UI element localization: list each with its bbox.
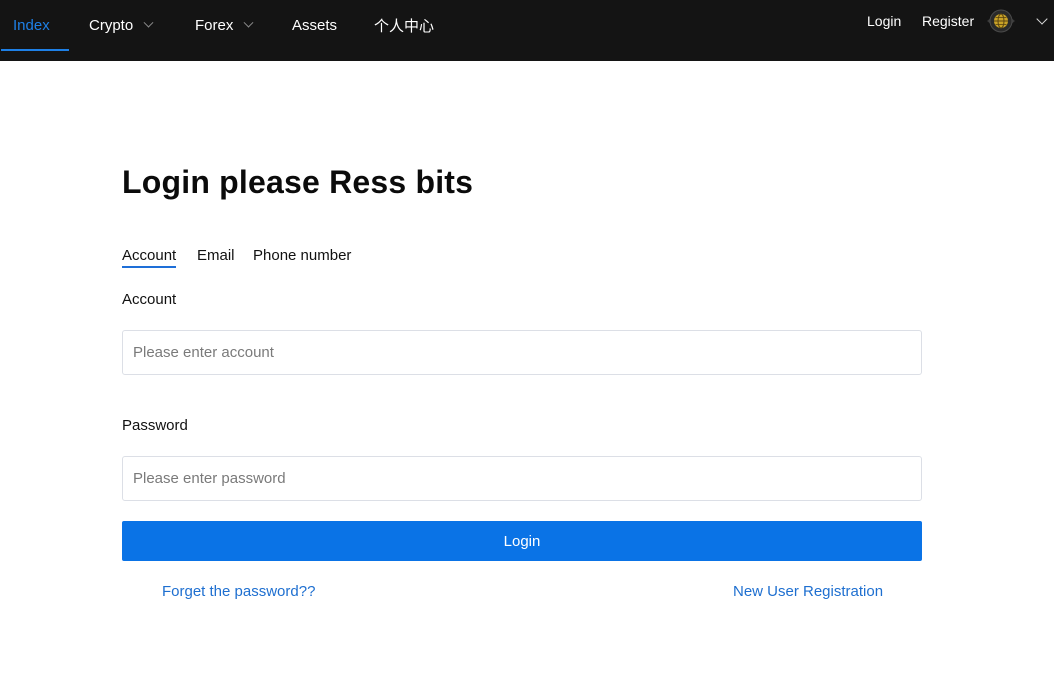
forget-password-link[interactable]: Forget the password?? — [162, 583, 315, 600]
account-label: Account — [122, 291, 177, 308]
register-link[interactable]: Register — [922, 0, 974, 42]
tab-account[interactable]: Account — [122, 247, 177, 268]
chevron-down-icon[interactable] — [1036, 13, 1048, 25]
nav-item-label: Crypto — [89, 16, 134, 34]
page-title: Login please Ress bits — [122, 164, 474, 200]
top-navigation-bar: Index Crypto Forex Assets 个人中心 Login Reg… — [0, 0, 1054, 61]
password-input[interactable] — [122, 456, 922, 501]
nav-item-assets[interactable]: Assets — [292, 0, 337, 50]
chevron-down-icon — [243, 17, 254, 28]
nav-item-index[interactable]: Index — [1, 0, 69, 51]
new-user-registration-link[interactable]: New User Registration — [733, 583, 883, 600]
tab-phone-number[interactable]: Phone number — [253, 247, 351, 266]
nav-item-label: Index — [13, 16, 50, 34]
globe-icon[interactable] — [986, 8, 1016, 34]
login-button[interactable]: Login — [122, 521, 922, 561]
account-input[interactable] — [122, 330, 922, 375]
nav-item-label: 个人中心 — [374, 17, 435, 35]
nav-item-forex[interactable]: Forex — [195, 0, 254, 50]
nav-item-personal-center[interactable]: 个人中心 — [374, 0, 434, 50]
password-label: Password — [122, 417, 188, 434]
tab-email[interactable]: Email — [197, 247, 235, 266]
nav-item-label: Assets — [292, 16, 338, 34]
chevron-down-icon — [143, 17, 154, 28]
nav-item-crypto[interactable]: Crypto — [89, 0, 154, 50]
nav-item-label: Forex — [195, 16, 234, 34]
login-link[interactable]: Login — [867, 0, 901, 42]
